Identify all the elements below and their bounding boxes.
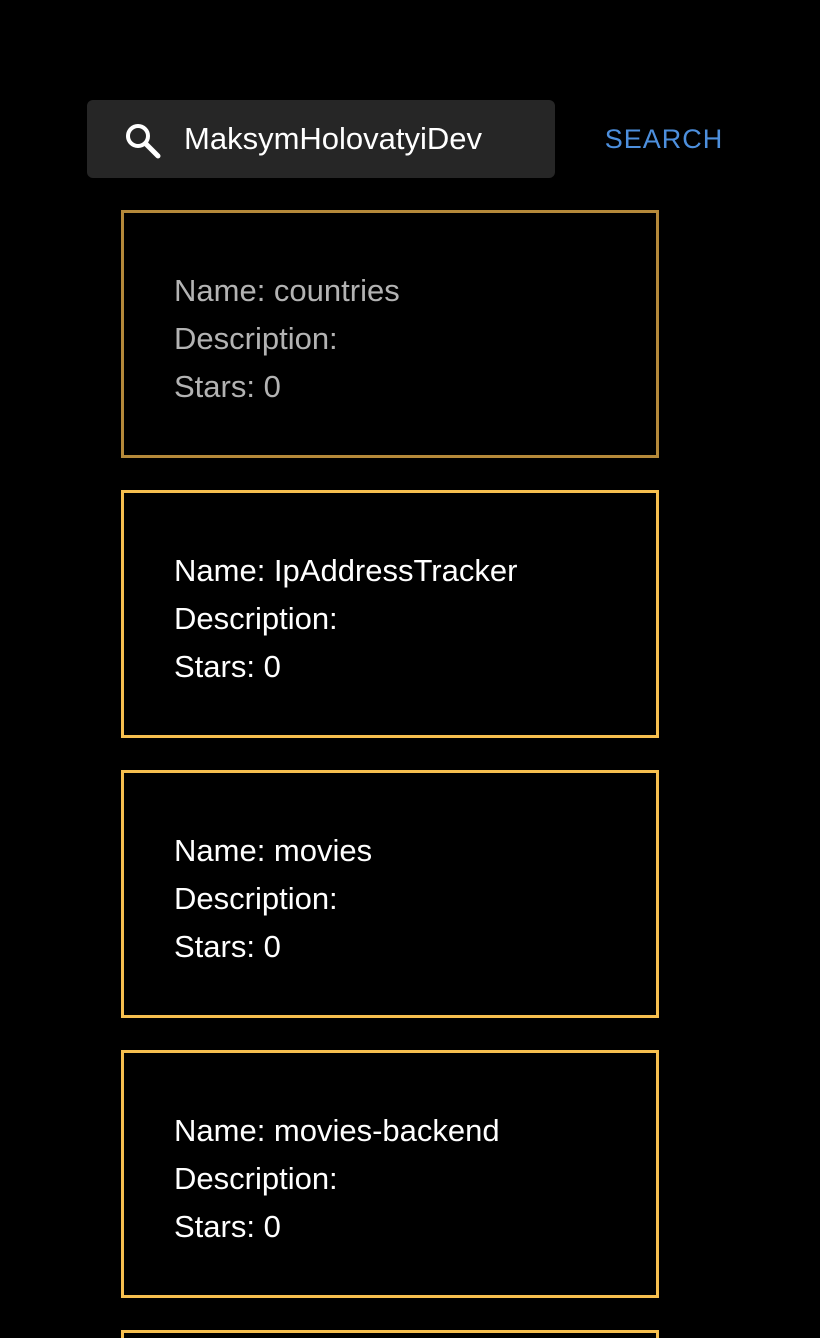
- search-button[interactable]: SEARCH: [590, 116, 738, 162]
- search-icon: [126, 124, 161, 159]
- page: SEARCH Name: countries Description: Star…: [0, 0, 820, 1338]
- repo-card[interactable]: Name: movies Description: Stars: 0: [121, 770, 659, 1018]
- repo-stars: Stars: 0: [174, 369, 281, 404]
- repo-description: Description:: [174, 881, 338, 916]
- repo-name: Name: movies-backend: [174, 1113, 500, 1148]
- repo-description: Description:: [174, 601, 338, 636]
- repo-card[interactable]: Name: movies-backend Description: Stars:…: [121, 1050, 659, 1298]
- repo-card[interactable]: Name: countries Description: Stars: 0: [121, 210, 659, 458]
- repo-stars: Stars: 0: [174, 929, 281, 964]
- repo-stars: Stars: 0: [174, 649, 281, 684]
- repo-description: Description:: [174, 321, 338, 356]
- repo-description: Description:: [174, 1161, 338, 1196]
- search-input[interactable]: [184, 116, 544, 162]
- repo-name: Name: movies: [174, 833, 373, 868]
- repo-card[interactable]: Name: IpAddressTracker Description: Star…: [121, 490, 659, 738]
- repo-name: Name: IpAddressTracker: [174, 553, 518, 588]
- repo-stars: Stars: 0: [174, 1209, 281, 1244]
- repo-name: Name: countries: [174, 273, 400, 308]
- repo-card-partial[interactable]: [121, 1330, 659, 1338]
